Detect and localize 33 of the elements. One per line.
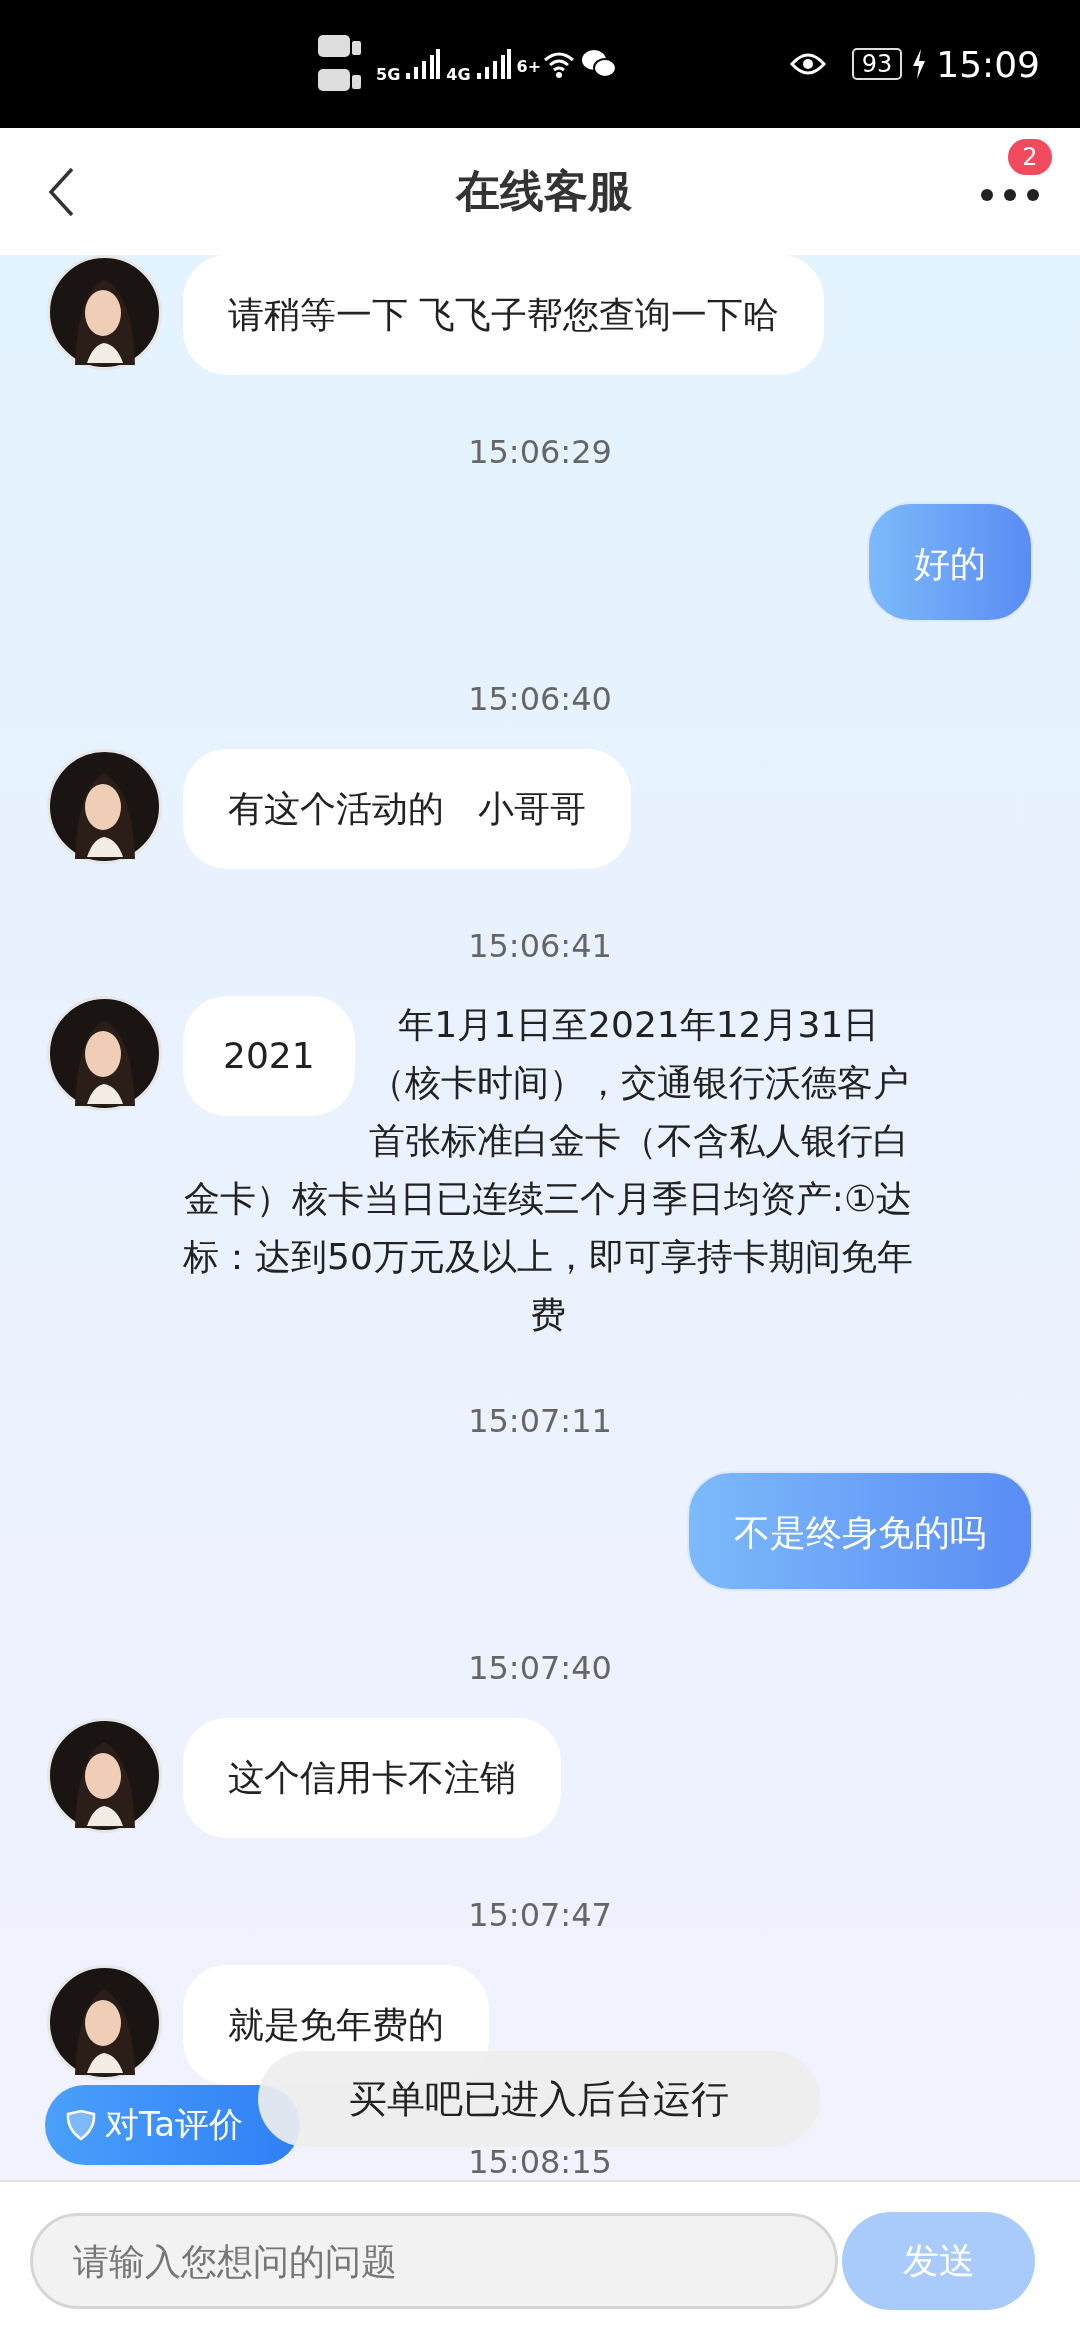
more-icon[interactable] [980, 188, 1040, 202]
page-title: 在线客服 [456, 164, 632, 218]
received-message: 有这个活动的 小哥哥 [183, 749, 632, 869]
clock: 15:09 [936, 43, 1040, 85]
send-button[interactable]: 发送 [842, 2212, 1035, 2310]
wifi-label: 6+ [516, 57, 542, 76]
back-icon[interactable] [48, 166, 74, 217]
network-label: 4G [446, 65, 471, 84]
charging-icon [912, 49, 927, 79]
sent-message: 好的 [867, 502, 1033, 622]
shield-icon [65, 2109, 97, 2141]
message-input[interactable]: 请输入您想问的问题 [30, 2213, 838, 2309]
sim-icon [318, 35, 362, 59]
received-message: 这个信用卡不注销 [183, 1718, 561, 1838]
timestamp: 15:07:11 [467, 1401, 613, 1442]
toast-message: 买单吧已进入后台运行 [258, 2051, 820, 2147]
sent-message: 不是终身免的吗 [687, 1471, 1033, 1591]
timestamp: 15:07:40 [467, 1648, 613, 1689]
wifi-icon [543, 50, 576, 78]
network-label: 5G [376, 65, 401, 84]
timestamp: 15:06:41 [467, 926, 613, 967]
battery-level: 93 [851, 48, 903, 80]
notification-badge: 2 [1008, 139, 1052, 175]
eye-icon [789, 52, 826, 76]
signal-icon [476, 49, 511, 79]
received-message: 2021 年1月1日至2021年12月31日（核卡时间），交通银行沃德客户首张标准白金卡（不含私人银行白金卡）核卡当日已连续三个月季日均资产:①达标：达到50万元及以上，即可享持卡期间免年费 [183, 996, 913, 1344]
sim-icon [318, 69, 362, 93]
timestamp: 15:06:40 [467, 679, 613, 720]
timestamp: 15:06:29 [467, 432, 613, 473]
timestamp: 15:07:47 [467, 1895, 613, 1936]
signal-icon [406, 49, 441, 79]
received-message: 请稍等一下 飞飞子帮您查询一下哈 [183, 255, 825, 375]
chat-app-icon [581, 49, 618, 79]
